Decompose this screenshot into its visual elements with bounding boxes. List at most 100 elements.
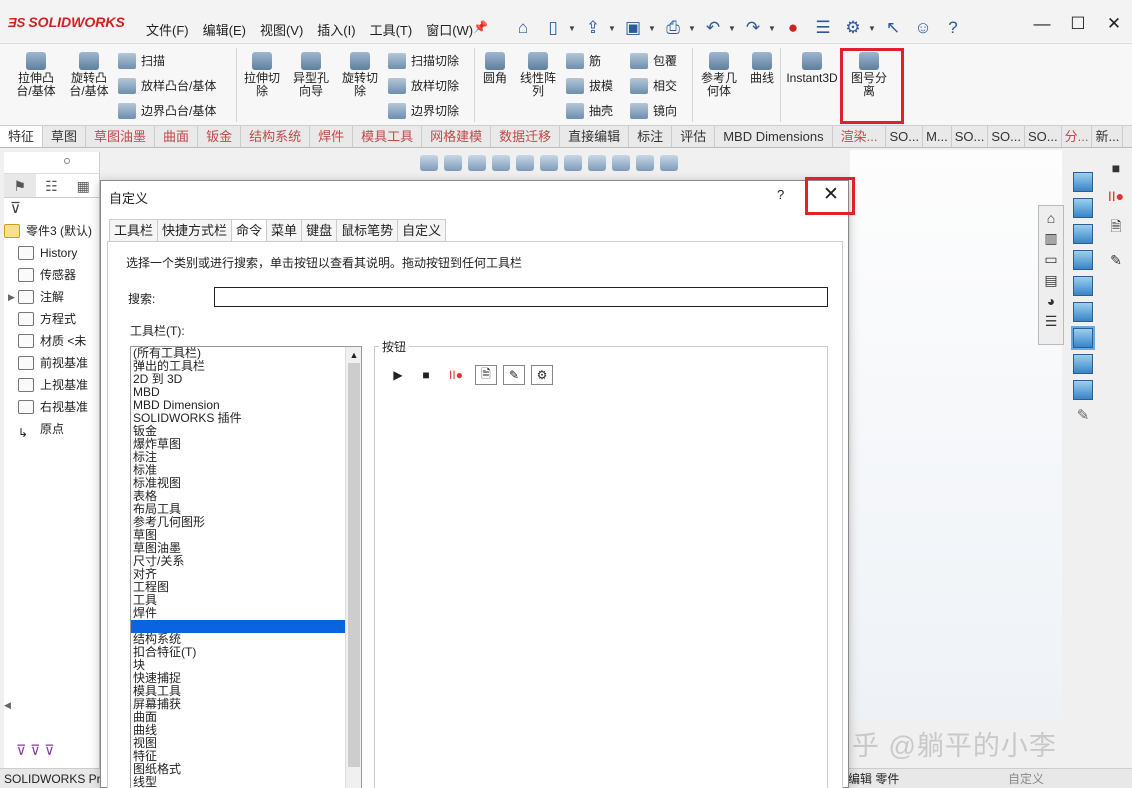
view-orientation-icon[interactable] bbox=[540, 155, 558, 171]
loft-boss-button[interactable]: 放样凸台/基体 bbox=[118, 77, 216, 94]
redo-icon[interactable]: ↷ bbox=[738, 16, 768, 40]
tab-so-2[interactable]: SO... bbox=[952, 126, 989, 147]
category-item[interactable]: SOLIDWORKS 插件 bbox=[131, 412, 345, 425]
run-macro-icon[interactable]: ▶ bbox=[387, 365, 409, 385]
open-icon[interactable]: ⇪ bbox=[578, 16, 608, 40]
home-icon[interactable]: ⌂ bbox=[1047, 210, 1055, 226]
apply-scene-icon[interactable] bbox=[636, 155, 654, 171]
tree-item-top-plane[interactable]: 上视基准 bbox=[4, 374, 99, 396]
zoom-area-icon[interactable] bbox=[444, 155, 462, 171]
fillet-button[interactable]: 圆角 bbox=[478, 52, 512, 85]
linear-pattern-button[interactable]: 线性阵 列 bbox=[516, 52, 560, 98]
close-window-button[interactable]: ✕ bbox=[1096, 14, 1132, 34]
part-node[interactable]: 零件3 (默认) bbox=[4, 220, 99, 242]
shell-button[interactable]: 抽壳 bbox=[566, 102, 613, 119]
zoom-to-fit-icon[interactable] bbox=[420, 155, 438, 171]
filter-icon[interactable]: ⊽ bbox=[4, 198, 99, 220]
tab-render[interactable]: 渲染... bbox=[833, 126, 887, 147]
tab-commands[interactable]: 命令 bbox=[231, 219, 268, 242]
tab-m[interactable]: M... bbox=[923, 126, 952, 147]
filter-icon[interactable]: ⊽ bbox=[44, 742, 54, 758]
boundary-cut-button[interactable]: 边界切除 bbox=[388, 102, 459, 119]
ref-geometry-button[interactable]: 参考几 何体 bbox=[696, 52, 742, 98]
menu-edit[interactable]: 编辑(E) bbox=[203, 20, 246, 39]
feature-manager-icon[interactable]: ⚑ bbox=[4, 174, 36, 197]
scroll-thumb[interactable] bbox=[348, 363, 360, 767]
revolve-cut-button[interactable]: 旋转切 除 bbox=[338, 52, 382, 98]
save-icon[interactable]: ▣ bbox=[618, 16, 648, 40]
dynamic-annotation-icon[interactable] bbox=[516, 155, 534, 171]
solidworks-logo[interactable]: ƎS SOLIDWORKS bbox=[8, 14, 125, 30]
home-icon[interactable]: ⌂ bbox=[508, 16, 538, 40]
tab-shortcut-bar[interactable]: 快捷方式栏 bbox=[157, 219, 233, 241]
tab-split[interactable]: 分... bbox=[1062, 126, 1093, 147]
cube-view-icon[interactable] bbox=[1073, 224, 1093, 244]
cube-view-icon[interactable] bbox=[1071, 326, 1095, 350]
view-settings-icon[interactable] bbox=[660, 155, 678, 171]
tab-sheet-metal[interactable]: 钣金 bbox=[198, 126, 242, 147]
cube-view-icon[interactable] bbox=[1073, 250, 1093, 270]
minimize-button[interactable]: — bbox=[1024, 14, 1060, 34]
scroll-up-icon[interactable]: ▲ bbox=[346, 347, 361, 363]
category-item[interactable]: 视图 bbox=[131, 737, 345, 750]
undo-icon[interactable]: ↶ bbox=[698, 16, 728, 40]
cube-view-icon[interactable] bbox=[1073, 172, 1093, 192]
search-input[interactable] bbox=[214, 287, 828, 307]
hole-wizard-button[interactable]: 异型孔 向导 bbox=[288, 52, 334, 98]
cube-view-icon[interactable] bbox=[1073, 198, 1093, 218]
wrap-button[interactable]: 包覆 bbox=[630, 52, 677, 69]
category-item[interactable]: 焊件 bbox=[131, 607, 345, 620]
record-pause-macro-icon[interactable]: II● bbox=[443, 365, 469, 385]
boundary-boss-button[interactable]: 边界凸台/基体 bbox=[118, 102, 216, 119]
chevron-down-icon[interactable]: ▼ bbox=[728, 24, 738, 33]
mirror-button[interactable]: 镜向 bbox=[630, 102, 677, 119]
hide-show-icon[interactable] bbox=[588, 155, 606, 171]
filter-icon[interactable]: ⊽ bbox=[16, 742, 26, 758]
category-item[interactable]: 屏幕捕获 bbox=[131, 698, 345, 711]
tree-item-annotations[interactable]: ▶ 注解 bbox=[4, 286, 99, 308]
chevron-down-icon[interactable]: ▼ bbox=[768, 24, 778, 33]
expand-arrow-icon[interactable]: ▶ bbox=[8, 286, 18, 308]
chevron-down-icon[interactable]: ▼ bbox=[608, 24, 618, 33]
section-view-icon[interactable] bbox=[492, 155, 510, 171]
tab-mbd-dimensions[interactable]: MBD Dimensions bbox=[715, 126, 833, 147]
property-manager-icon[interactable]: ☷ bbox=[36, 174, 68, 197]
cube-view-icon[interactable] bbox=[1073, 302, 1093, 322]
tab-surfaces[interactable]: 曲面 bbox=[155, 126, 199, 147]
dialog-help-button[interactable]: ? bbox=[777, 187, 784, 202]
tab-mold-tools[interactable]: 模具工具 bbox=[353, 126, 423, 147]
chevron-down-icon[interactable]: ▼ bbox=[648, 24, 658, 33]
category-item[interactable]: 线型 bbox=[131, 776, 345, 788]
category-list[interactable]: (所有工具栏) 弹出的工具栏 2D 到 3D MBD MBD Dimension SOLI… bbox=[130, 346, 362, 788]
tab-so-4[interactable]: SO... bbox=[1025, 126, 1062, 147]
extrude-cut-button[interactable]: 拉伸切 除 bbox=[240, 52, 284, 98]
tab-sketch-ink[interactable]: 草图油墨 bbox=[86, 126, 156, 147]
category-item[interactable]: 工具 bbox=[131, 594, 345, 607]
category-item[interactable]: 曲线 bbox=[131, 724, 345, 737]
status-custom[interactable]: 自定义 bbox=[1008, 769, 1044, 788]
config-manager-icon[interactable]: ▦ bbox=[67, 174, 99, 197]
graphics-area[interactable] bbox=[850, 150, 1062, 718]
tree-item-sensors[interactable]: 传感器 bbox=[4, 264, 99, 286]
gear-icon[interactable]: ⚙ bbox=[838, 16, 868, 40]
menu-view[interactable]: 视图(V) bbox=[260, 20, 303, 39]
previous-view-icon[interactable] bbox=[468, 155, 486, 171]
cube-view-icon[interactable] bbox=[1073, 380, 1093, 400]
tree-item-right-plane[interactable]: 右视基准 bbox=[4, 396, 99, 418]
help-icon[interactable]: ? bbox=[938, 16, 968, 40]
tab-so-1[interactable]: SO... bbox=[886, 126, 924, 147]
tab-mouse-gestures[interactable]: 鼠标笔势 bbox=[336, 219, 399, 241]
tab-structure-system[interactable]: 结构系统 bbox=[241, 126, 311, 147]
tab-markup[interactable]: 标注 bbox=[629, 126, 673, 147]
pin-icon[interactable]: 📌 bbox=[473, 20, 488, 34]
category-item[interactable]: 2D 到 3D bbox=[131, 373, 345, 386]
tab-data-migration[interactable]: 数据迁移 bbox=[491, 126, 561, 147]
tab-toolbars[interactable]: 工具栏 bbox=[109, 219, 159, 241]
category-item[interactable]: 爆炸草图 bbox=[131, 438, 345, 451]
tree-item-origin[interactable]: ↳ 原点 bbox=[4, 418, 99, 440]
revolve-boss-button[interactable]: 旋转凸 台/基体 bbox=[64, 52, 114, 98]
lofted-cut-button[interactable]: 放样切除 bbox=[388, 77, 459, 94]
tree-item-material[interactable]: 材质 <未 bbox=[4, 330, 99, 352]
tree-item-equations[interactable]: 方程式 bbox=[4, 308, 99, 330]
stop-macro-icon[interactable]: ■ bbox=[415, 365, 437, 385]
